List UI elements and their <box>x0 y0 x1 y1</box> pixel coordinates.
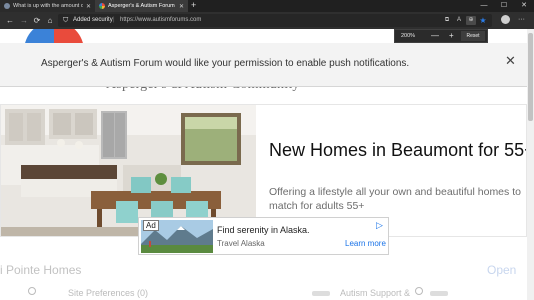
tab-title: Asperger's & Autism Forum <box>108 3 175 9</box>
new-tab-button[interactable]: + <box>191 0 196 12</box>
tab-autism-forum[interactable]: Asperger's & Autism Forum ✕ <box>95 0 188 12</box>
favicon-icon <box>4 3 10 9</box>
advertiser-name: ri Pointe Homes <box>0 263 82 277</box>
zoom-level: 200% <box>401 33 416 39</box>
address-toolbar: ← → ⟳ ⌂ ⛉ Added security | https://www.a… <box>0 12 534 29</box>
open-button[interactable]: Open <box>487 263 516 277</box>
close-icon[interactable]: ✕ <box>505 53 516 69</box>
tab-what-is-up[interactable]: What is up with the amount of a ✕ <box>0 0 95 12</box>
forward-button[interactable]: → <box>17 12 31 29</box>
profile-avatar[interactable] <box>501 15 510 24</box>
minimize-button[interactable]: — <box>474 0 494 12</box>
zoom-out-button[interactable]: — <box>431 30 439 42</box>
close-tab-icon[interactable]: ✕ <box>86 3 91 10</box>
share-icon[interactable]: ⧉ <box>442 16 452 25</box>
web-page: Asperger's & Autism Community Asperger's… <box>0 29 534 300</box>
home-button[interactable]: ⌂ <box>43 12 57 29</box>
ad-headline[interactable]: New Homes in Beaumont for 55+ <box>269 140 526 161</box>
shield-icon[interactable]: ⛉ <box>63 16 68 25</box>
separator: | <box>113 17 115 23</box>
forum-link[interactable]: Autism Support & <box>340 288 410 298</box>
favicon-icon <box>99 3 105 9</box>
refresh-button[interactable]: ⟳ <box>30 12 44 29</box>
circle-icon <box>415 287 423 295</box>
favorite-star-icon[interactable]: ★ <box>478 16 488 25</box>
toggle-placeholder <box>312 291 330 296</box>
security-label: Added security <box>73 17 113 23</box>
ad-description: Offering a lifestyle all your own and be… <box>269 186 521 212</box>
circle-icon <box>28 287 36 295</box>
learn-more-link[interactable]: Learn more <box>345 239 386 248</box>
scrollbar-thumb[interactable] <box>528 33 533 121</box>
travel-banner-ad[interactable]: Ad Find serenity in Alaska. Travel Alask… <box>138 217 389 255</box>
maximize-button[interactable]: ☐ <box>494 0 514 12</box>
title-bar: What is up with the amount of a ✕ Asperg… <box>0 0 534 12</box>
tab-title: What is up with the amount of a <box>13 3 83 9</box>
back-button[interactable]: ← <box>3 12 17 29</box>
settings-menu-button[interactable]: ··· <box>518 12 525 28</box>
site-preferences-link[interactable]: Site Preferences (0) <box>68 288 148 298</box>
adchoices-icon[interactable]: ▷ <box>376 220 383 231</box>
banner-headline[interactable]: Find serenity in Alaska. <box>217 225 310 235</box>
close-tab-icon[interactable]: ✕ <box>179 3 184 10</box>
ad-label: Ad <box>143 220 159 231</box>
permission-prompt: Asperger's & Autism Forum would like you… <box>0 43 534 87</box>
zoom-reset-button[interactable]: Reset <box>461 31 485 41</box>
read-aloud-icon[interactable]: A <box>454 16 464 25</box>
toggle-placeholder <box>430 291 448 296</box>
permission-message: Asperger's & Autism Forum would like you… <box>41 58 410 69</box>
close-window-button[interactable]: ✕ <box>514 0 534 12</box>
zoom-in-button[interactable]: + <box>449 30 454 42</box>
banner-sponsor: Travel Alaska <box>217 239 265 248</box>
url-text[interactable]: https://www.autismforums.com <box>120 14 201 27</box>
zoom-icon[interactable]: ⊕ <box>466 16 476 25</box>
zoom-popup: 200% — + Reset <box>394 29 488 43</box>
address-bar[interactable]: ⛉ Added security | https://www.autismfor… <box>58 14 492 27</box>
